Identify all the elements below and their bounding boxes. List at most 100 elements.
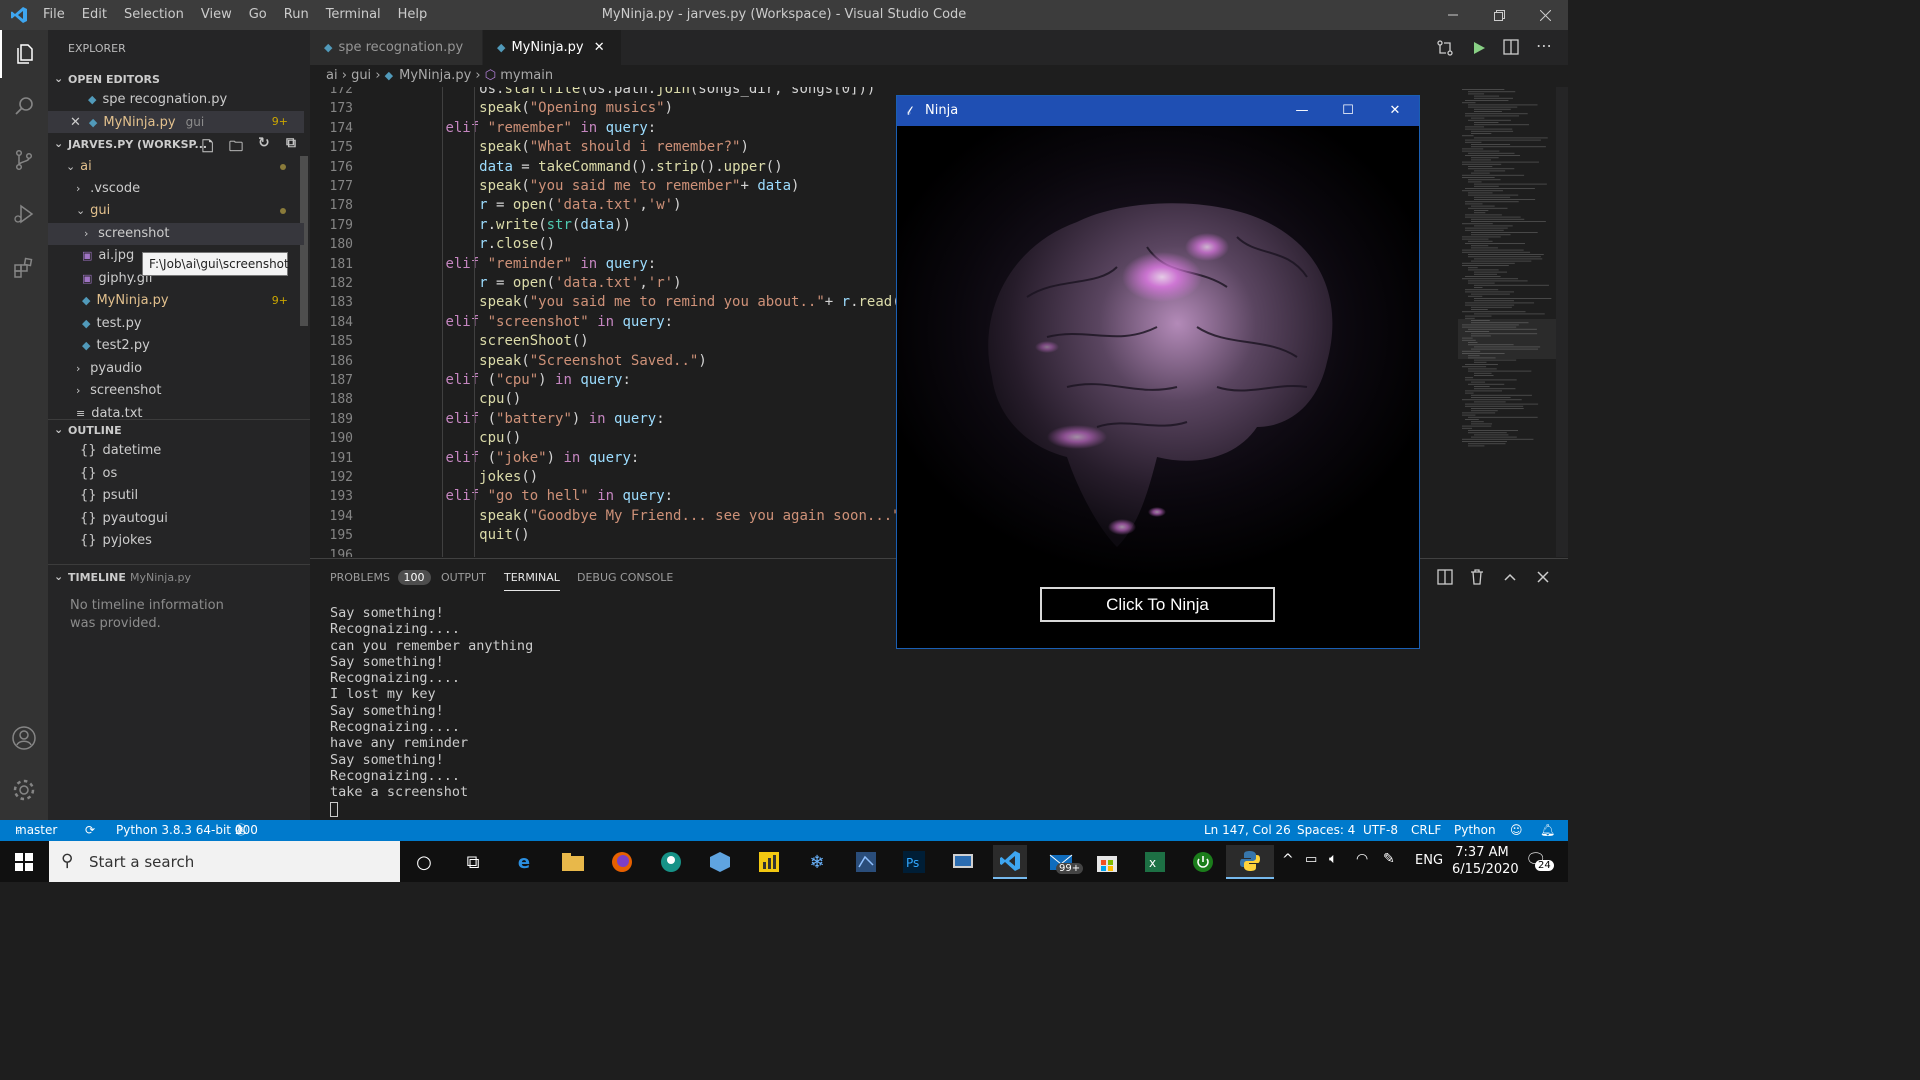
- outline-item[interactable]: {} psutil: [48, 485, 304, 507]
- ninja-maximize-button[interactable]: ☐: [1335, 96, 1361, 126]
- virtualbox-icon[interactable]: [703, 845, 737, 879]
- mail-icon[interactable]: 99+: [1044, 845, 1084, 879]
- close-panel-button[interactable]: [1536, 569, 1550, 588]
- run-file-button[interactable]: [1471, 39, 1487, 61]
- line-ending[interactable]: CRLF: [1411, 820, 1441, 841]
- language-indicator[interactable]: ENG: [1415, 853, 1443, 868]
- compare-changes-button[interactable]: [1436, 39, 1454, 61]
- run-debug-activity-button[interactable]: [0, 190, 48, 238]
- explorer-activity-button[interactable]: [0, 30, 48, 78]
- indentation[interactable]: Spaces: 4: [1297, 820, 1355, 841]
- workspace-section[interactable]: ⌄ JARVES.PY (WORKSP... 🗋 🗀 ↻ ⧉: [48, 134, 310, 156]
- collapse-all-icon[interactable]: ⧉: [286, 135, 296, 151]
- kill-terminal-button[interactable]: [1469, 568, 1485, 590]
- python-interpreter[interactable]: Python 3.8.3 64-bit: [116, 820, 231, 841]
- tree-file-data-txt[interactable]: ≡ data.txt: [48, 403, 304, 417]
- start-button[interactable]: [7, 845, 41, 879]
- bell-icon[interactable]: 🔔︎: [1540, 820, 1555, 841]
- outline-section[interactable]: ⌄ OUTLINE: [48, 419, 310, 441]
- pen-icon[interactable]: ✎: [1383, 851, 1395, 867]
- feedback-icon[interactable]: ☺: [1510, 820, 1523, 841]
- menu-terminal[interactable]: Terminal: [326, 7, 381, 22]
- open-editor-item[interactable]: ◆ spe recognation.py: [48, 89, 304, 111]
- ninja-close-button[interactable]: ✕: [1382, 96, 1408, 126]
- edge-icon[interactable]: e: [507, 845, 541, 879]
- terminal-output[interactable]: Say something! Recognaizing.... can you …: [330, 605, 533, 817]
- vscode-taskbar-icon[interactable]: [993, 845, 1027, 879]
- outline-item[interactable]: {} pyautogui: [48, 508, 304, 530]
- cursor-position[interactable]: Ln 147, Col 26: [1204, 820, 1291, 841]
- breadcrumb-item[interactable]: ai: [326, 68, 338, 83]
- menu-help[interactable]: Help: [398, 7, 428, 22]
- file-explorer-icon[interactable]: [556, 845, 590, 879]
- more-actions-icon[interactable]: ⋯: [1536, 36, 1552, 55]
- powerbi-icon[interactable]: [752, 845, 786, 879]
- menu-selection[interactable]: Selection: [124, 7, 184, 22]
- battery-icon[interactable]: ▭: [1305, 852, 1317, 867]
- outline-item[interactable]: {} os: [48, 463, 304, 485]
- breadcrumb-item[interactable]: MyNinja.py: [399, 68, 471, 83]
- menu-view[interactable]: View: [201, 7, 232, 22]
- breadcrumb-item[interactable]: gui: [351, 68, 371, 83]
- excel-like-icon[interactable]: x: [1138, 845, 1172, 879]
- task-view-icon[interactable]: ⧉: [456, 845, 490, 879]
- refresh-icon[interactable]: ↻: [258, 135, 270, 151]
- sync-icon[interactable]: ⟳: [85, 820, 95, 841]
- split-terminal-button[interactable]: [1437, 569, 1453, 589]
- tree-folder-screenshot[interactable]: › screenshot: [48, 223, 304, 245]
- maximize-panel-button[interactable]: [1503, 569, 1517, 588]
- menu-run[interactable]: Run: [284, 7, 309, 22]
- open-editors-section[interactable]: ⌄ OPEN EDITORS: [48, 69, 310, 91]
- language-mode[interactable]: Python: [1454, 820, 1496, 841]
- chevron-up-icon[interactable]: ^: [1282, 852, 1294, 868]
- notifications-icon[interactable]: 🗨︎ 24: [1525, 850, 1554, 871]
- extensions-activity-button[interactable]: [0, 244, 48, 292]
- close-editor-icon[interactable]: ✕: [70, 115, 81, 130]
- cortana-icon[interactable]: ○: [407, 845, 441, 879]
- restore-button[interactable]: [1476, 0, 1522, 30]
- volume-icon[interactable]: 🔈︎: [1329, 851, 1337, 867]
- outline-item[interactable]: {} pyjokes: [48, 530, 304, 552]
- open-editor-item-active[interactable]: ✕ ◆ MyNinja.py gui 9+: [48, 111, 304, 133]
- split-editor-button[interactable]: [1503, 39, 1519, 59]
- clock[interactable]: 7:37 AM 6/15/2020: [1452, 844, 1519, 878]
- store-icon[interactable]: [1090, 845, 1124, 879]
- outline-item[interactable]: {} datetime: [48, 440, 304, 462]
- accounts-activity-button[interactable]: [0, 714, 48, 762]
- tree-folder-pyaudio[interactable]: › pyaudio: [48, 358, 304, 380]
- gitkraken-icon[interactable]: [654, 845, 688, 879]
- menu-file[interactable]: File: [43, 7, 65, 22]
- firefox-icon[interactable]: [605, 845, 639, 879]
- network-app-icon[interactable]: [849, 845, 883, 879]
- taskbar-search-box[interactable]: ⚲ Start a search: [49, 841, 400, 882]
- tree-folder-screenshot-2[interactable]: › screenshot: [48, 380, 304, 402]
- tab-problems[interactable]: PROBLEMS 100: [330, 570, 431, 585]
- close-tab-icon[interactable]: ✕: [594, 40, 605, 55]
- tree-file-myninja[interactable]: ◆ MyNinja.py 9+: [48, 290, 304, 312]
- tab-spe-recognation[interactable]: ◆ spe recognation.py: [310, 30, 482, 65]
- power-app-icon[interactable]: [1186, 845, 1220, 879]
- ninja-title-bar[interactable]: 𝓁 Ninja — ☐ ✕: [897, 96, 1419, 126]
- tree-file-test2[interactable]: ◆ test2.py: [48, 335, 304, 357]
- photoshop-icon[interactable]: Ps: [897, 845, 931, 879]
- click-to-ninja-button[interactable]: Click To Ninja: [1040, 587, 1275, 622]
- timeline-section[interactable]: ⌄ TIMELINE MyNinja.py: [48, 564, 310, 588]
- breadcrumb-item[interactable]: mymain: [500, 68, 553, 83]
- python-taskbar-icon[interactable]: [1226, 845, 1274, 879]
- menu-go[interactable]: Go: [249, 7, 267, 22]
- tree-folder-ai[interactable]: ⌄ ai: [48, 156, 304, 178]
- manage-activity-button[interactable]: [0, 766, 48, 814]
- encoding[interactable]: UTF-8: [1363, 820, 1398, 841]
- menu-edit[interactable]: Edit: [82, 7, 107, 22]
- snowflake-app-icon[interactable]: ❄: [800, 845, 834, 879]
- remote-desktop-icon[interactable]: [946, 845, 980, 879]
- tree-folder-gui[interactable]: ⌄ gui: [48, 200, 304, 222]
- tree-folder-vscode[interactable]: › .vscode: [48, 178, 304, 200]
- minimize-button[interactable]: [1430, 0, 1476, 30]
- tree-file-test[interactable]: ◆ test.py: [48, 313, 304, 335]
- tab-terminal[interactable]: TERMINAL: [504, 571, 560, 591]
- tab-myninja[interactable]: ◆ MyNinja.py ✕: [483, 30, 621, 65]
- source-control-activity-button[interactable]: [0, 136, 48, 184]
- tab-debug-console[interactable]: DEBUG CONSOLE: [577, 571, 673, 584]
- search-activity-button[interactable]: [0, 82, 48, 130]
